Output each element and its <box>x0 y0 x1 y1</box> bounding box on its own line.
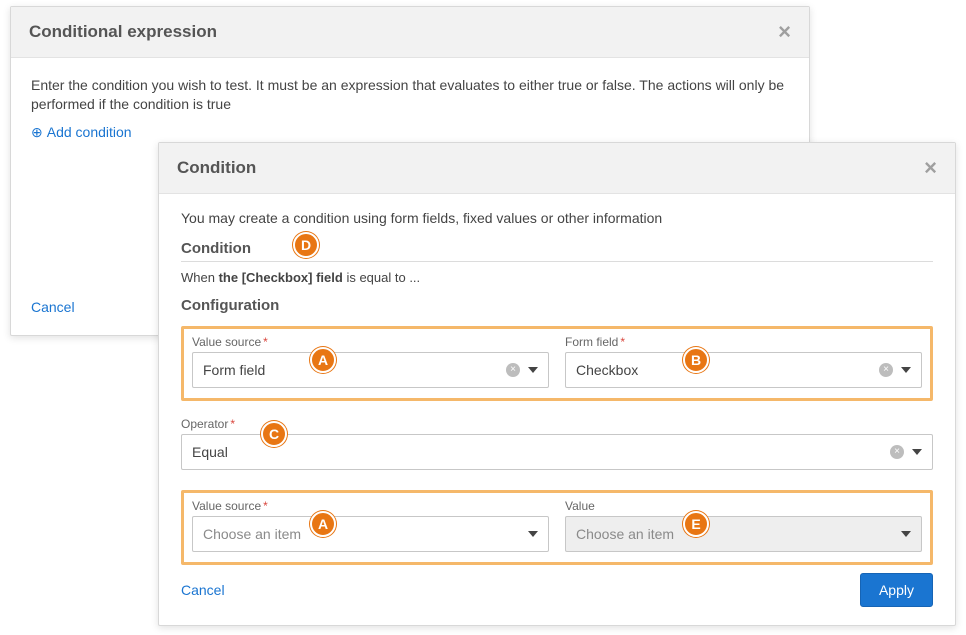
callout-badge-c: C <box>261 421 287 447</box>
chevron-down-icon <box>528 367 538 373</box>
clear-icon[interactable]: × <box>879 363 893 377</box>
value-label: Value <box>565 499 922 513</box>
callout-badge-a: A <box>310 347 336 373</box>
config-row-operator: Operator* Equal × C <box>181 411 933 480</box>
value-select[interactable]: Choose an item <box>565 516 922 552</box>
select-placeholder: Choose an item <box>576 526 674 542</box>
callout-badge-b: B <box>683 347 709 373</box>
dialog-title: Condition <box>177 158 256 178</box>
operator-label: Operator* <box>181 417 933 431</box>
callout-badge-d: D <box>293 232 319 258</box>
add-condition-label: Add condition <box>47 124 132 140</box>
clear-icon[interactable]: × <box>890 445 904 459</box>
value-source-select-1[interactable]: Form field × <box>192 352 549 388</box>
close-icon[interactable]: × <box>924 157 937 179</box>
add-condition-link[interactable]: ⊕ Add condition <box>31 124 132 141</box>
dialog-footer: Cancel Apply <box>159 559 955 625</box>
dialog-title: Conditional expression <box>29 22 217 42</box>
chevron-down-icon <box>912 449 922 455</box>
plus-circle-icon: ⊕ <box>31 124 43 141</box>
cancel-link[interactable]: Cancel <box>31 299 75 315</box>
form-field-select[interactable]: Checkbox × <box>565 352 922 388</box>
callout-badge-e: E <box>683 511 709 537</box>
select-placeholder: Choose an item <box>203 526 301 542</box>
condition-summary: When the [Checkbox] field is equal to ..… <box>181 270 933 285</box>
apply-button[interactable]: Apply <box>860 573 933 607</box>
dialog-description: Enter the condition you wish to test. It… <box>31 76 789 114</box>
dialog-header: Condition × <box>159 143 955 194</box>
section-condition-title: Condition D <box>181 240 933 262</box>
close-icon[interactable]: × <box>778 21 791 43</box>
select-value: Checkbox <box>576 362 638 378</box>
chevron-down-icon <box>901 367 911 373</box>
config-row-2: Value source* Choose an item A Value <box>181 490 933 565</box>
chevron-down-icon <box>528 531 538 537</box>
form-field-label: Form field* <box>565 335 922 349</box>
operator-select[interactable]: Equal × <box>181 434 933 470</box>
select-value: Equal <box>192 444 228 460</box>
dialog-intro: You may create a condition using form fi… <box>181 210 933 226</box>
condition-dialog: Condition × You may create a condition u… <box>158 142 956 626</box>
clear-icon[interactable]: × <box>506 363 520 377</box>
value-source-label-2: Value source* <box>192 499 549 513</box>
config-row-1: Value source* Form field × A <box>181 326 933 401</box>
value-source-select-2[interactable]: Choose an item <box>192 516 549 552</box>
cancel-link[interactable]: Cancel <box>181 582 225 598</box>
dialog-body: You may create a condition using form fi… <box>159 194 955 593</box>
select-value: Form field <box>203 362 265 378</box>
callout-badge-a2: A <box>310 511 336 537</box>
dialog-header: Conditional expression × <box>11 7 809 58</box>
value-source-label: Value source* <box>192 335 549 349</box>
section-config-title: Configuration <box>181 297 933 318</box>
chevron-down-icon <box>901 531 911 537</box>
